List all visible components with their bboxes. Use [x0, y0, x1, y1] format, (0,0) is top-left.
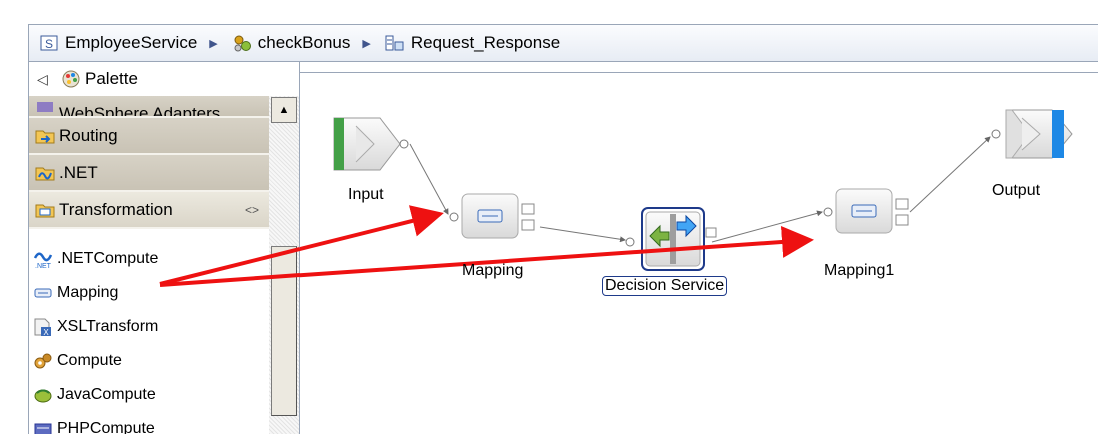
palette-scrollbar[interactable]: ▲ — [269, 96, 299, 434]
svg-text:X: X — [43, 328, 49, 337]
breadcrumb-label: EmployeeService — [65, 33, 198, 52]
mapping-node[interactable] — [449, 193, 535, 239]
scroll-thumb[interactable] — [271, 246, 297, 416]
drawer-label: Routing — [59, 125, 118, 145]
javacompute-icon — [33, 385, 53, 405]
phpcompute-icon — [33, 419, 53, 434]
drawer-websphere-adapters[interactable]: WebSphere Adapters — [29, 96, 269, 118]
mapping-node-label: Mapping — [462, 262, 524, 279]
drawer-transformation[interactable]: Transformation <> — [29, 192, 269, 229]
compute-icon — [33, 351, 53, 371]
palette-title: Palette — [85, 69, 138, 88]
svg-text:S: S — [45, 37, 53, 51]
palette-entry-label: .NETCompute — [57, 250, 159, 267]
mapping1-node[interactable] — [823, 188, 909, 234]
drawer-label: Transformation — [59, 199, 173, 219]
decision-service-node-label: Decision Service — [602, 276, 728, 296]
drawer-routing[interactable]: Routing — [29, 118, 269, 155]
breadcrumb-label: checkBonus — [257, 33, 351, 52]
netcompute-icon: .NET — [33, 249, 53, 269]
breadcrumb: S EmployeeService ▶ checkBonus ▶ Request… — [28, 24, 1098, 62]
scroll-up-arrow-icon[interactable]: ▲ — [271, 97, 297, 123]
flow-icon — [385, 33, 405, 53]
palette-entry-netcompute[interactable]: .NET .NETCompute — [29, 242, 269, 276]
palette-entry-javacompute[interactable]: JavaCompute — [29, 378, 269, 412]
palette-entry-label: Mapping — [57, 284, 119, 301]
flow-diagram — [300, 109, 1073, 278]
palette-entry-label: JavaCompute — [57, 386, 156, 403]
input-node[interactable] — [333, 117, 409, 171]
palette-icon — [61, 69, 81, 89]
flow-editor-canvas[interactable]: Input Mapping Decision Service Mapping1 … — [300, 62, 1098, 434]
drawer-label: WebSphere Adapters — [59, 104, 221, 118]
breadcrumb-label: Request_Response — [410, 33, 561, 52]
palette-panel: ◁ Palette WebSphere Adapters Routing .NE… — [28, 62, 300, 434]
svg-text:.NET: .NET — [35, 263, 52, 269]
drawer-label: .NET — [59, 162, 98, 182]
palette-entry-phpcompute[interactable]: PHPCompute — [29, 412, 269, 434]
breadcrumb-item-request-response[interactable]: Request_Response — [375, 25, 560, 61]
mapping-icon — [33, 283, 53, 303]
decision-service-node[interactable] — [625, 207, 717, 271]
operation-icon — [232, 33, 252, 53]
palette-entry-label: PHPCompute — [57, 420, 155, 434]
transformation-icon — [35, 200, 55, 220]
annotation-arrow-to-mapping1 — [300, 225, 814, 278]
output-node[interactable] — [991, 109, 1073, 159]
palette-entry-mapping[interactable]: Mapping — [29, 276, 269, 310]
breadcrumb-item-employee-service[interactable]: S EmployeeService — [29, 25, 197, 61]
drawer-dotnet[interactable]: .NET — [29, 155, 269, 192]
breadcrumb-separator-icon: ▶ — [362, 37, 371, 50]
xsl-icon: X — [33, 317, 53, 337]
breadcrumb-item-check-bonus[interactable]: checkBonus — [222, 25, 351, 61]
routing-icon — [35, 126, 55, 146]
palette-header: ◁ Palette — [29, 62, 299, 96]
input-node-label: Input — [348, 186, 384, 203]
pin-drawer-icon[interactable]: <> — [245, 203, 259, 217]
breadcrumb-separator-icon: ▶ — [209, 37, 218, 50]
palette-entry-xsltransform[interactable]: X XSLTransform — [29, 310, 269, 344]
mapping1-node-label: Mapping1 — [824, 262, 895, 279]
connection-mapping-decision — [539, 226, 626, 243]
adapters-icon — [35, 96, 55, 116]
service-icon: S — [39, 33, 59, 53]
connection-input-mapping — [409, 143, 449, 215]
palette-entry-compute[interactable]: Compute — [29, 344, 269, 378]
output-node-label: Output — [992, 182, 1041, 199]
collapse-palette-icon[interactable]: ◁ — [37, 71, 53, 88]
connection-mapping1-output — [909, 136, 991, 213]
palette-entry-label: Compute — [57, 352, 122, 369]
palette-entry-label: XSLTransform — [57, 318, 159, 335]
connection-decision-mapping1 — [711, 210, 823, 243]
dotnet-icon — [35, 163, 55, 183]
